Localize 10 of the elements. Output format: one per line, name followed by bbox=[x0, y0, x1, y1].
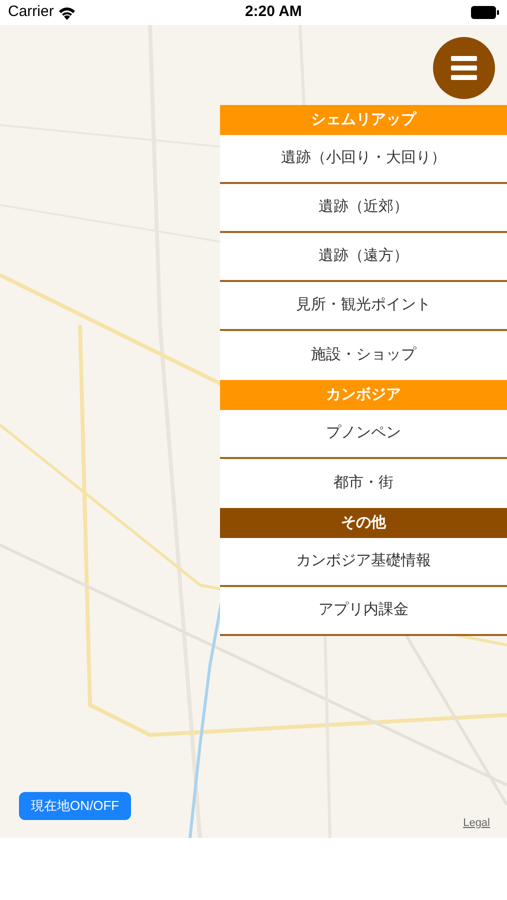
legal-link[interactable]: Legal bbox=[463, 815, 490, 832]
wifi-icon bbox=[58, 6, 76, 20]
section-header: その他 bbox=[220, 508, 507, 538]
section-header: カンボジア bbox=[220, 380, 507, 410]
battery-icon bbox=[471, 6, 499, 19]
location-toggle-button[interactable]: 現在地ON/OFF bbox=[19, 792, 132, 820]
carrier-label: Carrier bbox=[8, 2, 54, 22]
section-header: シェムリアップ bbox=[220, 105, 507, 135]
menu-icon bbox=[451, 56, 477, 80]
clock-time: 2:20 AM bbox=[244, 2, 302, 22]
